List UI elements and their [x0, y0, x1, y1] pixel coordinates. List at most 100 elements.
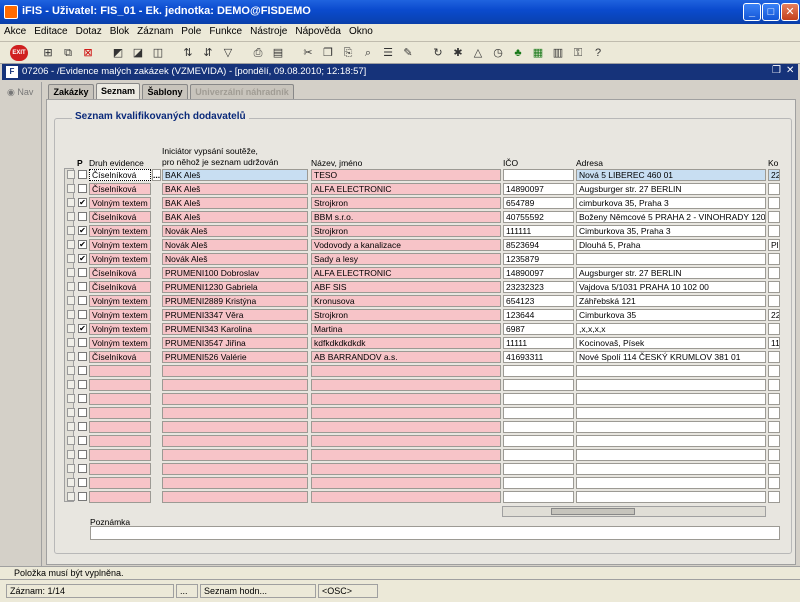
menu-pole[interactable]: Pole [177, 24, 205, 37]
row-checkbox[interactable] [78, 366, 87, 375]
cell-nazev[interactable] [311, 449, 501, 461]
cell-ko[interactable] [768, 477, 780, 489]
cell-nazev[interactable] [311, 421, 501, 433]
row-checkbox[interactable] [78, 212, 87, 221]
cell-ico[interactable] [503, 169, 574, 181]
maximize-icon[interactable]: □ [762, 3, 780, 21]
cell-nazev[interactable] [311, 435, 501, 447]
cell-nazev[interactable]: AB BARRANDOV a.s. [311, 351, 501, 363]
note-field[interactable] [90, 526, 780, 540]
cut-icon[interactable]: ✂ [300, 45, 316, 61]
menu-editace[interactable]: Editace [30, 24, 71, 37]
cell-adresa[interactable]: ,x,x,x,x [576, 323, 766, 335]
form-close-icon[interactable]: ✕ [786, 65, 794, 76]
cell-druh[interactable] [89, 407, 151, 419]
refresh-icon[interactable]: ↻ [430, 45, 446, 61]
minimize-icon[interactable]: _ [743, 3, 761, 21]
row-indicator[interactable] [67, 338, 75, 347]
row-checkbox[interactable] [78, 282, 87, 291]
key-icon[interactable]: ⚿ [570, 45, 586, 61]
delete-record-icon[interactable]: ⊠ [80, 45, 96, 61]
cell-ico[interactable]: 11111 [503, 337, 574, 349]
tab-univerzalni[interactable]: Univerzální náhradník [190, 84, 294, 99]
word-icon[interactable]: ▥ [550, 45, 566, 61]
row-indicator[interactable] [67, 198, 75, 207]
row-indicator[interactable] [67, 240, 75, 249]
cell-druh[interactable]: Volným textem [89, 239, 151, 251]
cell-ko[interactable] [768, 435, 780, 447]
cell-nazev[interactable]: Kronusova [311, 295, 501, 307]
cell-druh[interactable]: Číselníková [89, 267, 151, 279]
cell-init[interactable]: PRUMENI100 Dobroslav [162, 267, 308, 279]
row-indicator[interactable] [67, 296, 75, 305]
row-checkbox[interactable]: ✔ [78, 254, 87, 263]
cell-ko[interactable]: 11 [768, 337, 780, 349]
cell-ico[interactable] [503, 421, 574, 433]
menu-napoveda[interactable]: Nápověda [291, 24, 345, 37]
cell-nazev[interactable]: BBM s.r.o. [311, 211, 501, 223]
cell-init[interactable] [162, 379, 308, 391]
cell-ico[interactable]: 123644 [503, 309, 574, 321]
cell-ico[interactable] [503, 477, 574, 489]
cell-adresa[interactable]: Vajdova 5/1031 PRAHA 10 102 00 [576, 281, 766, 293]
horizontal-scrollbar[interactable] [502, 506, 766, 517]
cell-ico[interactable] [503, 393, 574, 405]
cell-druh[interactable] [89, 421, 151, 433]
cell-nazev[interactable]: Sady a lesy [311, 253, 501, 265]
cell-druh[interactable] [89, 393, 151, 405]
cell-ko[interactable] [768, 449, 780, 461]
cell-ko[interactable]: 22 [768, 309, 780, 321]
cell-druh[interactable] [89, 477, 151, 489]
row-checkbox[interactable] [78, 380, 87, 389]
cell-druh[interactable] [89, 449, 151, 461]
row-checkbox[interactable] [78, 296, 87, 305]
cell-ko[interactable]: Pl [768, 239, 780, 251]
menu-okno[interactable]: Okno [345, 24, 377, 37]
lookup-picker-button[interactable]: ... [152, 169, 161, 181]
row-indicator[interactable] [67, 478, 75, 487]
cell-nazev[interactable]: Strojkron [311, 309, 501, 321]
sort-asc-icon[interactable]: ⇅ [180, 45, 196, 61]
cell-ico[interactable]: 8523694 [503, 239, 574, 251]
cell-adresa[interactable]: Kocinovaš, Písek [576, 337, 766, 349]
cell-druh[interactable]: Volným textem [89, 253, 151, 265]
cell-adresa[interactable] [576, 407, 766, 419]
cell-adresa[interactable] [576, 421, 766, 433]
row-indicator[interactable] [67, 450, 75, 459]
tab-seznam[interactable]: Seznam [96, 83, 140, 99]
cell-init[interactable] [162, 393, 308, 405]
cell-nazev[interactable] [311, 477, 501, 489]
cell-druh[interactable]: Volným textem [89, 323, 151, 335]
cell-adresa[interactable]: Záhřebská 121 [576, 295, 766, 307]
cell-nazev[interactable] [311, 379, 501, 391]
cell-ico[interactable] [503, 435, 574, 447]
row-indicator[interactable] [67, 310, 75, 319]
help-icon[interactable]: ? [590, 45, 606, 61]
settings-icon[interactable]: ✱ [450, 45, 466, 61]
cell-nazev[interactable] [311, 463, 501, 475]
excel-icon[interactable]: ▦ [530, 45, 546, 61]
cell-init[interactable]: PRUMENI3347 Věra [162, 309, 308, 321]
cell-ko[interactable] [768, 379, 780, 391]
cell-nazev[interactable]: ABF SIS [311, 281, 501, 293]
cell-ko[interactable] [768, 393, 780, 405]
cell-nazev[interactable] [311, 393, 501, 405]
cell-druh[interactable]: Číselníková [89, 211, 151, 223]
cell-ko[interactable] [768, 491, 780, 503]
cell-ko[interactable] [768, 183, 780, 195]
insert-record-icon[interactable]: ⊞ [40, 45, 56, 61]
cell-druh[interactable]: Volným textem [89, 337, 151, 349]
row-checkbox[interactable]: ✔ [78, 198, 87, 207]
cell-init[interactable]: PRUMENI526 Valérie [162, 351, 308, 363]
row-checkbox[interactable] [78, 436, 87, 445]
cell-init[interactable]: PRUMENI3547 Jiřina [162, 337, 308, 349]
cell-adresa[interactable] [576, 379, 766, 391]
cell-ko[interactable] [768, 225, 780, 237]
cell-ko[interactable] [768, 253, 780, 265]
cell-adresa[interactable]: Augsburger str. 27 BERLIN [576, 183, 766, 195]
row-indicator[interactable] [67, 226, 75, 235]
cell-nazev[interactable]: Strojkron [311, 225, 501, 237]
cell-nazev[interactable]: Martina [311, 323, 501, 335]
row-indicator[interactable] [67, 282, 75, 291]
cell-nazev[interactable]: kdfkdkdkdkdk [311, 337, 501, 349]
